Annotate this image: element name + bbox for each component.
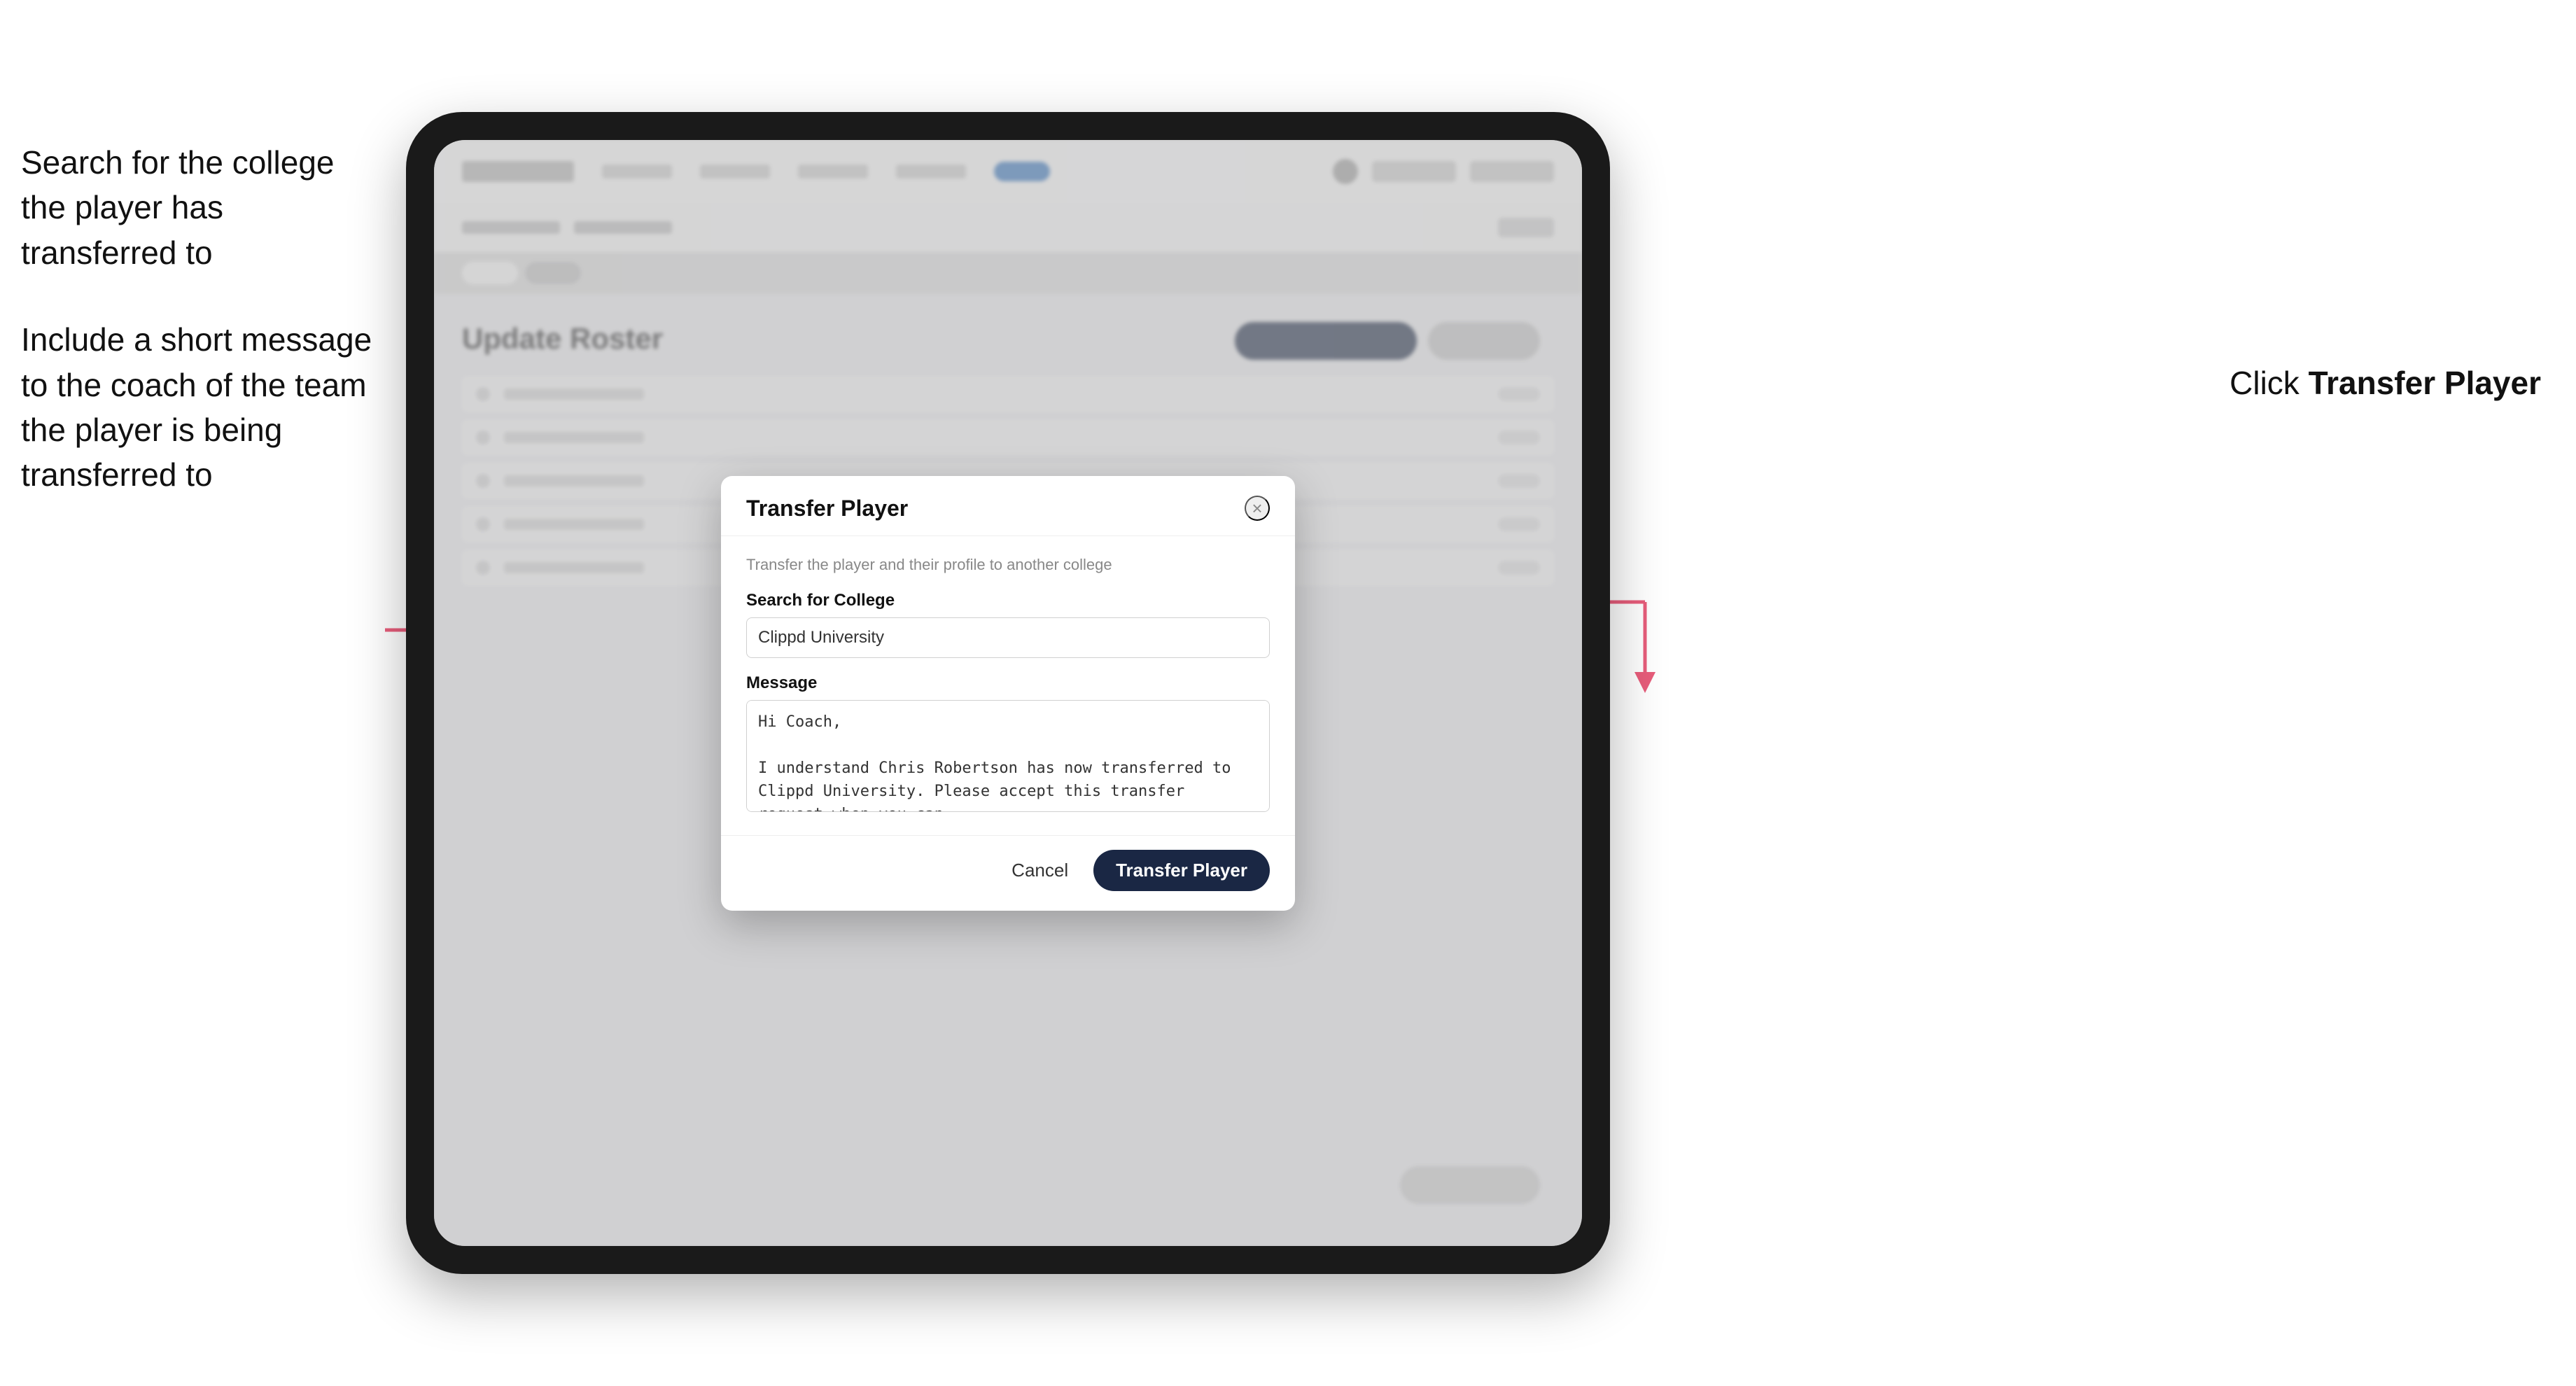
tablet-screen: Update Roster [434, 140, 1582, 1246]
modal-overlay: Transfer Player × Transfer the player an… [434, 140, 1582, 1246]
left-annotations: Search for the college the player has tr… [21, 140, 385, 540]
modal-title: Transfer Player [746, 496, 908, 522]
modal-body: Transfer the player and their profile to… [721, 536, 1295, 835]
right-annotation-text: Click Transfer Player [2230, 364, 2541, 402]
modal-footer: Cancel Transfer Player [721, 835, 1295, 911]
annotation-bold: Transfer Player [2309, 365, 2541, 401]
modal-close-button[interactable]: × [1245, 496, 1270, 521]
cancel-button[interactable]: Cancel [1000, 853, 1079, 888]
search-college-label: Search for College [746, 591, 1270, 610]
transfer-player-button[interactable]: Transfer Player [1093, 850, 1270, 891]
tablet-device: Update Roster [406, 112, 1610, 1274]
annotation-prefix: Click [2230, 365, 2308, 401]
search-college-input[interactable] [746, 617, 1270, 658]
modal-header: Transfer Player × [721, 476, 1295, 536]
annotation-text-1: Search for the college the player has tr… [21, 140, 385, 275]
message-textarea[interactable] [746, 700, 1270, 812]
message-label: Message [746, 673, 1270, 693]
annotation-text-2: Include a short message to the coach of … [21, 317, 385, 498]
transfer-player-modal: Transfer Player × Transfer the player an… [721, 476, 1295, 911]
right-annotation: Click Transfer Player [2230, 364, 2541, 402]
modal-description: Transfer the player and their profile to… [746, 556, 1270, 574]
